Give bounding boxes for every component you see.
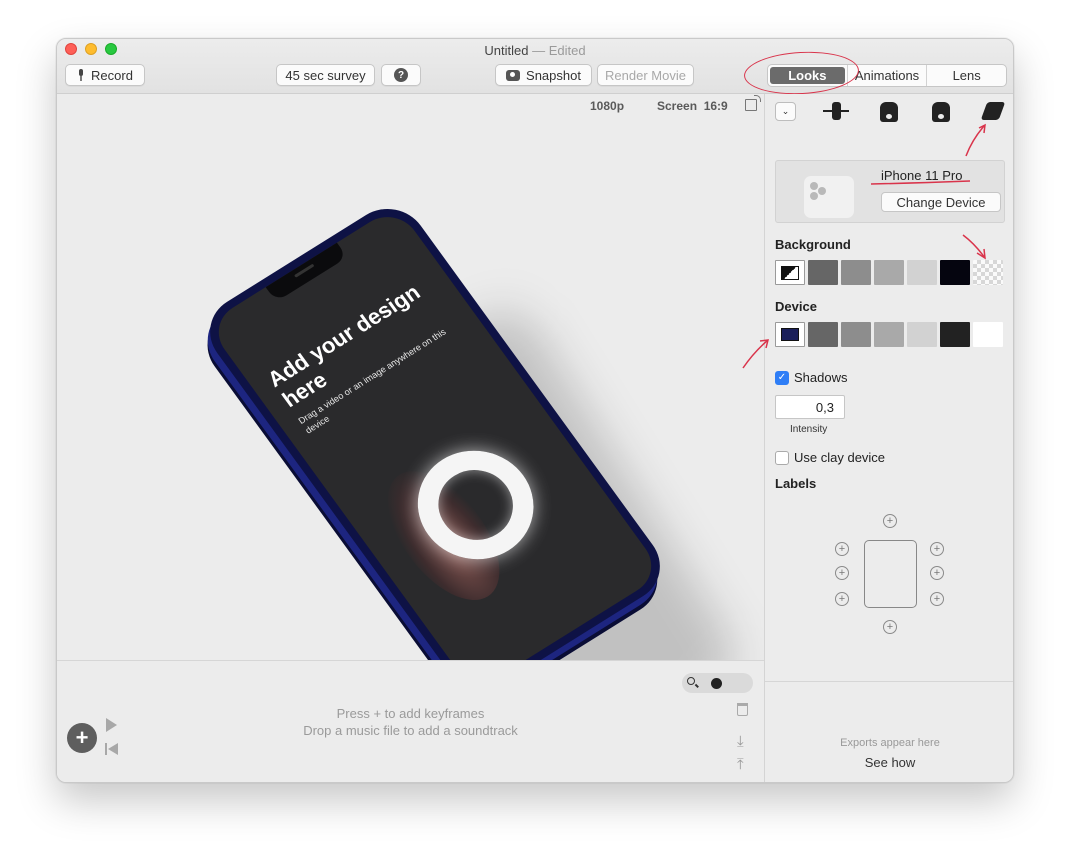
timeline[interactable]: ⤓ ⤒ + Press + to add keyframes Drop a mu…: [57, 660, 764, 782]
background-swatch[interactable]: [940, 260, 970, 285]
background-swatch[interactable]: [808, 260, 838, 285]
clay-device-toggle[interactable]: Use clay device: [775, 450, 885, 465]
title-bar: Untitled — Edited Record 45 sec survey ?…: [57, 39, 1013, 97]
looks-sidebar: ⌄ iPhone 11 Pro Change Device Background: [764, 94, 1013, 782]
background-swatch[interactable]: [841, 260, 871, 285]
screen-aspect-label: Screen 16:9: [657, 99, 728, 113]
upload-icon[interactable]: ⤒: [737, 756, 744, 773]
device-mockup[interactable]: Add your design here Drag a video or an …: [194, 194, 750, 771]
resolution-label: 1080p: [590, 99, 625, 113]
view-mode-row: ⌄: [765, 102, 1013, 124]
zoom-slider-knob[interactable]: [711, 678, 722, 689]
shadows-checkbox[interactable]: ✓: [775, 370, 789, 385]
background-label: Background: [775, 237, 851, 252]
add-label-bottom-icon[interactable]: +: [883, 620, 897, 634]
canvas-area[interactable]: 1080p Screen 16:9 Add your design here D…: [57, 94, 764, 771]
labels-label: Labels: [775, 476, 817, 491]
soundtrack-hint: Drop a music file to add a soundtrack: [303, 723, 518, 738]
chevron-down-icon: ⌄: [781, 106, 790, 116]
record-button[interactable]: Record: [65, 64, 145, 86]
front-view-icon[interactable]: [823, 102, 849, 120]
labels-grid: + + + + + + + +: [825, 514, 955, 634]
tab-lens[interactable]: Lens: [926, 65, 1006, 86]
background-swatch[interactable]: [874, 260, 904, 285]
back-view-icon[interactable]: [932, 102, 950, 122]
clay-device-checkbox[interactable]: [775, 450, 789, 465]
window-title: Untitled — Edited: [484, 43, 586, 58]
add-label-left-middle-icon[interactable]: +: [835, 566, 849, 580]
add-label-right-top-icon[interactable]: +: [930, 542, 944, 556]
exports-hint: Exports appear here: [840, 737, 940, 749]
background-swatch-auto[interactable]: [775, 260, 805, 285]
tilt-view-icon[interactable]: [880, 102, 898, 122]
snapshot-button[interactable]: Snapshot: [495, 64, 592, 86]
device-swatches: [775, 322, 1007, 348]
rotate-icon[interactable]: [745, 95, 761, 111]
magnifier-icon: [687, 677, 695, 685]
add-label-left-bottom-icon[interactable]: +: [835, 592, 849, 606]
add-label-left-top-icon[interactable]: +: [835, 542, 849, 556]
zoom-slider[interactable]: [682, 673, 753, 693]
background-swatch[interactable]: [907, 260, 937, 285]
device-swatch[interactable]: [874, 322, 904, 347]
add-label-right-bottom-icon[interactable]: +: [930, 592, 944, 606]
label-device-outline: [864, 540, 917, 608]
see-how-link[interactable]: See how: [765, 755, 1013, 770]
view-dropdown[interactable]: ⌄: [775, 102, 796, 121]
intensity-label: Intensity: [790, 424, 828, 435]
device-color-label: Device: [775, 299, 817, 314]
intensity-input[interactable]: 0,3: [775, 395, 845, 419]
question-icon: ?: [394, 68, 408, 82]
keyframes-hint: Press + to add keyframes: [336, 706, 485, 721]
camera-icon: [506, 69, 521, 81]
device-swatch-selected[interactable]: [775, 322, 805, 347]
add-label-top-icon[interactable]: +: [883, 514, 897, 528]
device-swatch[interactable]: [808, 322, 838, 347]
background-swatches: [775, 260, 1007, 286]
microphone-icon: [79, 69, 84, 81]
perspective-view-icon[interactable]: [980, 102, 1006, 120]
device-name: iPhone 11 Pro: [881, 168, 963, 183]
background-swatch-transparent[interactable]: [973, 260, 1003, 285]
rewind-icon[interactable]: [105, 743, 119, 755]
exports-area: Exports appear here See how: [765, 681, 1013, 782]
device-swatch[interactable]: [973, 322, 1003, 347]
survey-button[interactable]: 45 sec survey: [276, 64, 375, 86]
render-movie-button[interactable]: Render Movie: [597, 64, 694, 86]
change-device-button[interactable]: Change Device: [881, 192, 1001, 212]
add-label-right-middle-icon[interactable]: +: [930, 566, 944, 580]
app-window: Untitled — Edited Record 45 sec survey ?…: [56, 38, 1014, 783]
device-card: iPhone 11 Pro Change Device: [775, 160, 1005, 223]
device-swatch[interactable]: [940, 322, 970, 347]
device-swatch[interactable]: [841, 322, 871, 347]
device-thumbnail: [804, 176, 854, 218]
shadows-toggle[interactable]: ✓ Shadows: [775, 370, 847, 385]
help-button[interactable]: ?: [381, 64, 421, 86]
device-swatch[interactable]: [907, 322, 937, 347]
